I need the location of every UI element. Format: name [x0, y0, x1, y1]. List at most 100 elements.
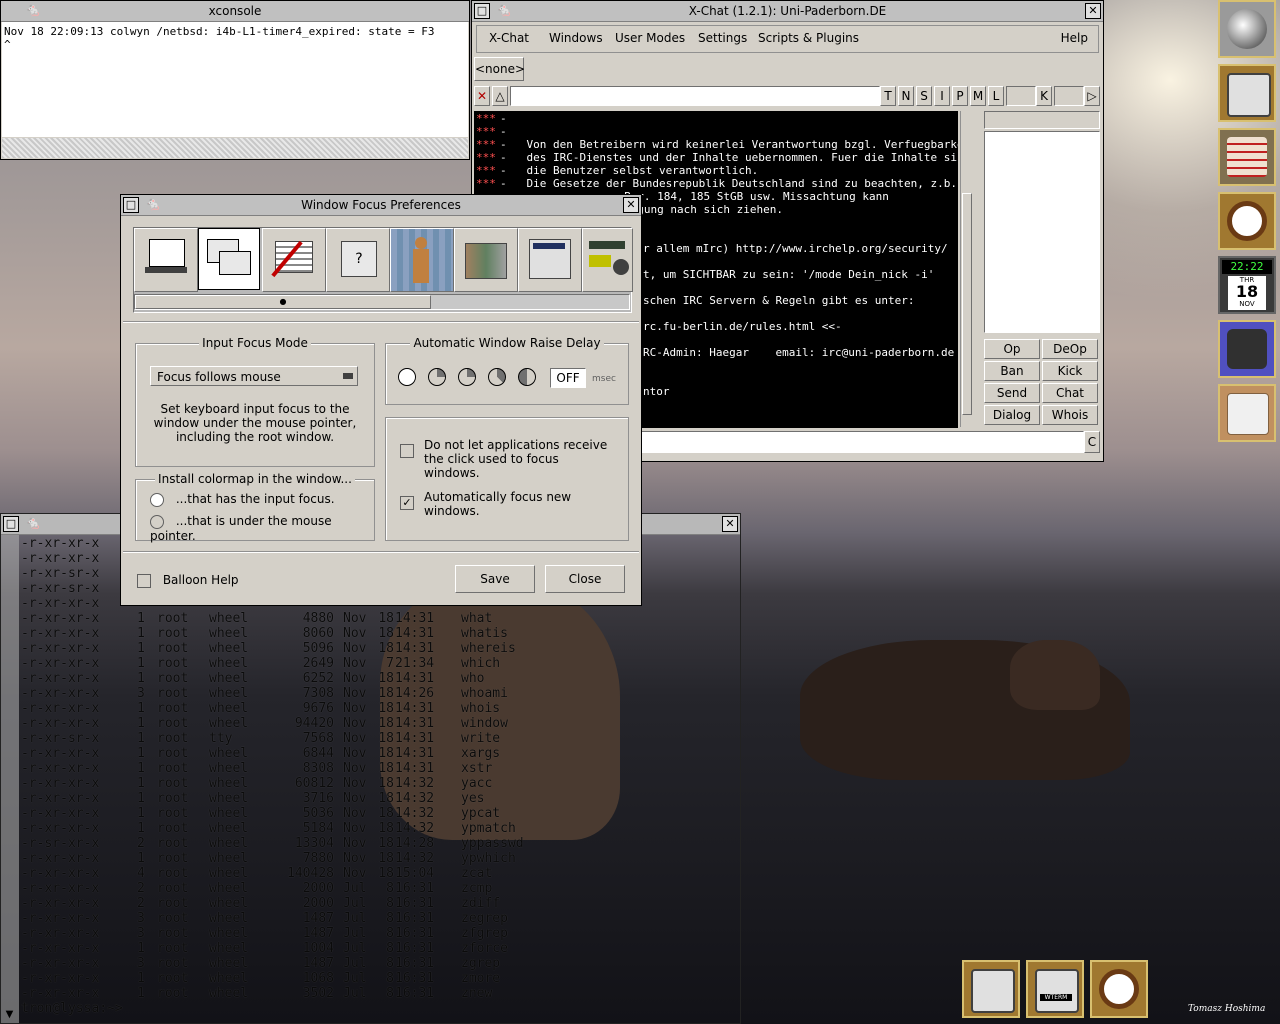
user-action-deop-button[interactable]: DeOp	[1042, 339, 1098, 359]
mode-s-button[interactable]: S	[916, 86, 932, 106]
ls-mon: Nov	[343, 761, 367, 776]
close-tab-button[interactable]: ✕	[474, 86, 490, 106]
mode-i-button[interactable]: I	[934, 86, 950, 106]
chat-scrollbar[interactable]	[960, 111, 973, 427]
dock-workspace-app[interactable]	[1218, 0, 1276, 58]
stopwatch-3-icon[interactable]	[488, 368, 506, 386]
section-menu-icon[interactable]	[518, 228, 582, 292]
ls-perm: -r-xr-xr-x	[21, 851, 100, 866]
stopwatch-4-icon[interactable]	[518, 368, 536, 386]
horizontal-scrollbar[interactable]	[2, 138, 468, 158]
minimize-button[interactable]: □	[123, 197, 139, 213]
balloon-help-toggle[interactable]: Balloon Help	[137, 573, 239, 588]
close-dialog-button[interactable]: Close	[545, 565, 625, 593]
console-output[interactable]: Nov 18 22:09:13 colwyn /netbsd: i4b-L1-t…	[2, 22, 468, 137]
section-scrollbar[interactable]: ●	[134, 294, 630, 310]
clear-button[interactable]: C	[1084, 431, 1100, 453]
dock-terminal-app[interactable]	[1218, 64, 1276, 122]
mode-t-button[interactable]: T	[880, 86, 896, 106]
ls-perm: -r-xr-xr-x	[21, 956, 100, 971]
section-window-placement-icon[interactable]	[134, 228, 198, 292]
stopwatch-0-icon[interactable]	[398, 368, 416, 386]
mouse-icon: 🐁	[25, 3, 42, 18]
xchat-titlebar[interactable]: □ 🐁 X-Chat (1.2.1): Uni-Paderborn.DE ✕	[472, 1, 1103, 22]
user-action-kick-button[interactable]: Kick	[1042, 361, 1098, 381]
user-list[interactable]	[984, 131, 1100, 333]
group-label: Input Focus Mode	[199, 336, 311, 350]
dock-mail-app[interactable]	[1218, 384, 1276, 442]
menu-settings[interactable]: Settings	[698, 31, 747, 45]
miniwindow-wterm[interactable]: WTERM	[1026, 960, 1084, 1018]
section-window-focus-icon[interactable]	[198, 228, 260, 290]
close-button[interactable]: ✕	[623, 197, 639, 213]
user-action-ban-button[interactable]: Ban	[984, 361, 1040, 381]
menu-windows[interactable]: Windows	[549, 31, 603, 45]
xconsole-titlebar[interactable]: 🐁 xconsole	[1, 1, 469, 22]
terminal-line: -r-xr-xr-x 1 root wheel 1004 Jul 8 16:31 zforce	[21, 941, 738, 956]
dock-monitor-app[interactable]	[1218, 128, 1276, 186]
save-button[interactable]: Save	[455, 565, 535, 593]
topic-toggle-button[interactable]: △	[492, 86, 508, 106]
section-window-handling-icon[interactable]	[262, 228, 326, 292]
ls-day: 18	[378, 851, 394, 866]
section-mannequin-icon[interactable]	[390, 228, 454, 292]
section-workspace-icon[interactable]	[454, 228, 518, 292]
minimize-button[interactable]: □	[474, 3, 490, 19]
ls-size: 5036	[302, 806, 334, 821]
userlist-toggle-button[interactable]: ▷	[1084, 86, 1100, 106]
dock-ship-wheel-app[interactable]	[1218, 192, 1276, 250]
menu-help[interactable]: Help	[1061, 31, 1088, 45]
colormap-option-focus[interactable]: ...that has the input focus.	[150, 492, 335, 507]
dialog-titlebar[interactable]: □ 🐁 Window Focus Preferences ✕	[121, 195, 641, 216]
user-action-dialog-button[interactable]: Dialog	[984, 405, 1040, 425]
mode-l-button[interactable]: L	[988, 86, 1004, 106]
section-icon-prefs-icon[interactable]: ?	[326, 228, 390, 292]
user-action-chat-button[interactable]: Chat	[1042, 383, 1098, 403]
close-button[interactable]: ✕	[722, 516, 738, 532]
ls-time: 15:04	[395, 866, 435, 881]
menu-scripts-plugins[interactable]: Scripts & Plugins	[758, 31, 859, 45]
topic-input[interactable]	[510, 86, 880, 106]
mail-icon	[1227, 393, 1269, 435]
mode-p-button[interactable]: P	[952, 86, 968, 106]
terminal-line: -r-xr-xr-x 1 root wheel 4880 Nov 18 14:31 what	[21, 611, 738, 626]
section-misc-icon[interactable]	[582, 228, 633, 292]
colormap-option-pointer[interactable]: ...that is under the mouse pointer.	[150, 514, 374, 543]
close-button[interactable]: ✕	[1085, 3, 1101, 19]
terminal-scrollbar[interactable]: ▼	[1, 535, 19, 1023]
tab-none[interactable]: <none>	[474, 57, 525, 81]
ls-group: wheel	[209, 746, 249, 761]
terminal-line: -r-xr-xr-x 1 root wheel 5036 Nov 18 14:32 ypcat	[21, 806, 738, 821]
mode-m-button[interactable]: M	[970, 86, 986, 106]
scrollbar-thumb[interactable]	[962, 193, 972, 415]
stopwatch-2-icon[interactable]	[458, 368, 476, 386]
raise-delay-field[interactable]: OFF	[550, 368, 586, 388]
focus-mode-popup[interactable]: Focus follows mouse	[150, 366, 358, 386]
window-title: Window Focus Preferences	[301, 198, 461, 212]
ls-user: root	[157, 896, 189, 911]
menu-xchat[interactable]: X-Chat	[489, 31, 529, 45]
ls-user: root	[157, 641, 189, 656]
ls-size: 3502	[302, 986, 334, 1001]
scroll-down-arrow[interactable]: ▼	[3, 1009, 16, 1021]
section-scrollbar-thumb[interactable]: ●	[135, 295, 431, 309]
chat-line: *** - Von den Betreibern wird keinerlei V…	[474, 138, 958, 151]
limit-input[interactable]	[1006, 86, 1036, 106]
ls-size: 60812	[294, 776, 334, 791]
miniwindow-ship-wheel[interactable]	[1090, 960, 1148, 1018]
minimize-button[interactable]: □	[3, 516, 19, 532]
menu-user-modes[interactable]: User Modes	[615, 31, 685, 45]
stopwatch-1-icon[interactable]	[428, 368, 446, 386]
mode-k-button[interactable]: K	[1036, 86, 1052, 106]
mode-n-button[interactable]: N	[898, 86, 914, 106]
user-action-send-button[interactable]: Send	[984, 383, 1040, 403]
ls-group: wheel	[209, 671, 249, 686]
terminal-output[interactable]: -r-xr-xr-x -r-xr-xr-x -r-xr-sr-x -r-xr-sr-x…	[21, 536, 738, 1021]
dock-audio-app[interactable]	[1218, 320, 1276, 378]
key-input[interactable]	[1054, 86, 1084, 106]
shell-prompt[interactable]: tron@lyssa:~>	[21, 1001, 738, 1016]
miniwindow-monitor[interactable]	[962, 960, 1020, 1018]
user-action-whois-button[interactable]: Whois	[1042, 405, 1098, 425]
ls-name: which	[461, 656, 501, 671]
user-action-op-button[interactable]: Op	[984, 339, 1040, 359]
